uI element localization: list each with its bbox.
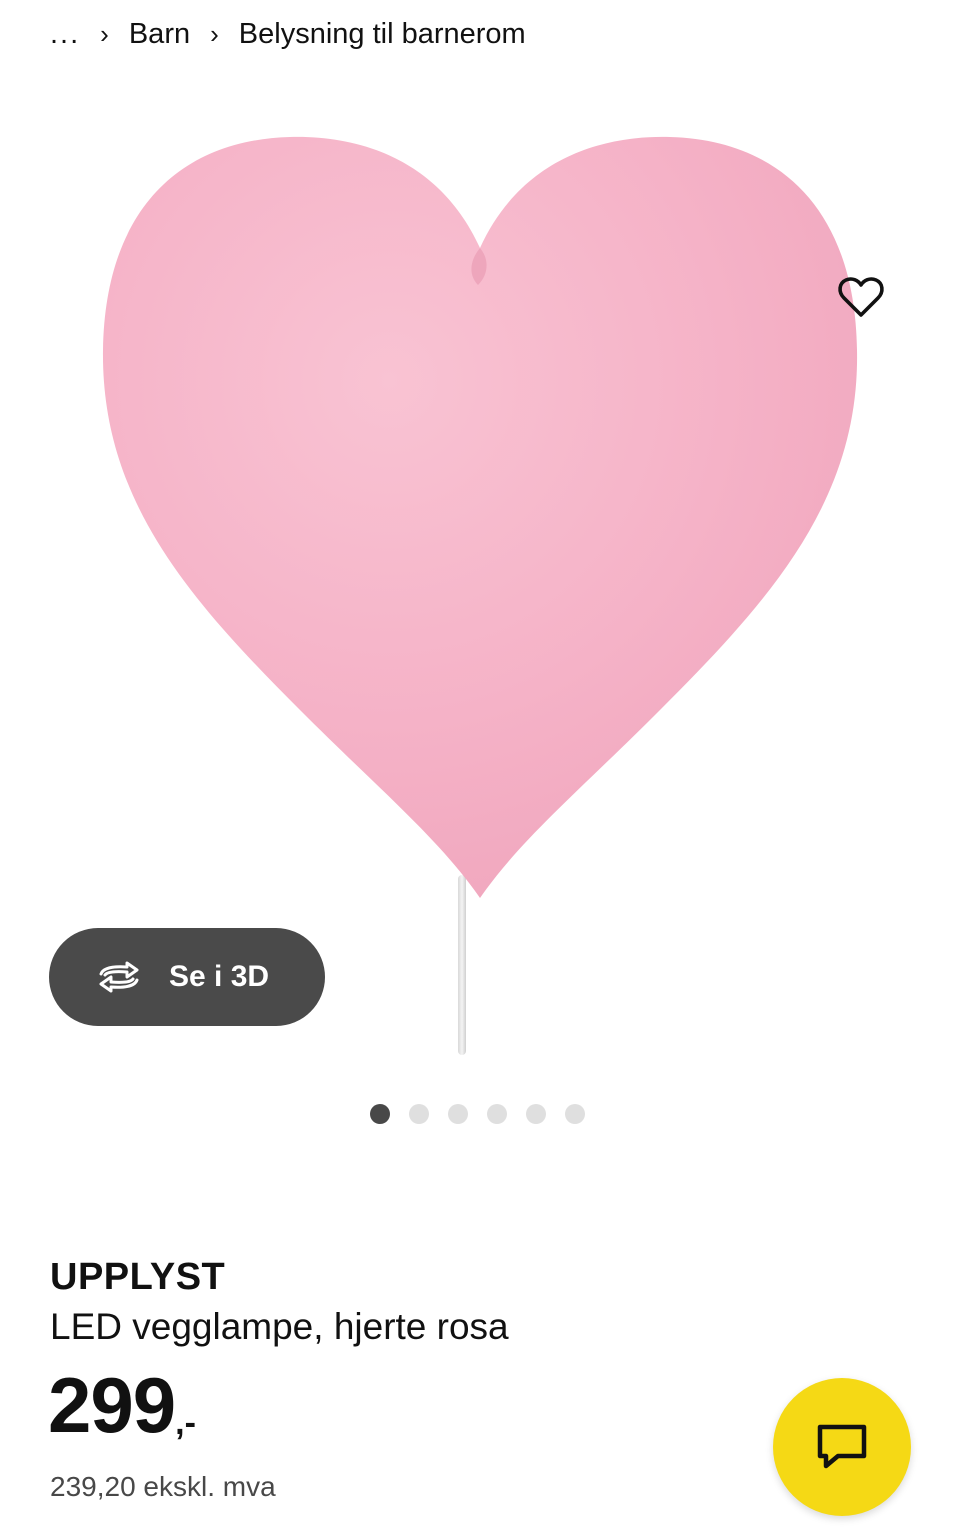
- product-name: UPPLYST: [50, 1256, 226, 1298]
- gallery-pagination: [370, 1104, 585, 1124]
- gallery-dot-1[interactable]: [370, 1104, 390, 1124]
- breadcrumb-item-barn[interactable]: Barn: [129, 18, 190, 51]
- favorite-button[interactable]: [830, 266, 892, 328]
- gallery-dot-2[interactable]: [409, 1104, 429, 1124]
- breadcrumb-ellipsis[interactable]: ...: [50, 18, 80, 51]
- breadcrumb-item-belysning[interactable]: Belysning til barnerom: [239, 18, 526, 51]
- chevron-right-icon: ›: [210, 18, 219, 49]
- product-price: 299 ,-: [48, 1366, 196, 1444]
- gallery-dot-5[interactable]: [526, 1104, 546, 1124]
- chevron-right-icon: ›: [100, 18, 109, 49]
- view-in-3d-label: Se i 3D: [169, 960, 270, 993]
- price-amount: 299: [48, 1361, 176, 1449]
- gallery-dot-3[interactable]: [448, 1104, 468, 1124]
- price-excl-vat: 239,20 ekskl. mva: [50, 1471, 276, 1502]
- heart-outline-icon: [838, 277, 884, 317]
- chat-bubble-icon: [817, 1424, 867, 1469]
- product-page: ... › Barn › Belysning til barnerom Se i…: [0, 0, 960, 1537]
- price-suffix: ,-: [175, 1404, 196, 1442]
- breadcrumb: ... › Barn › Belysning til barnerom: [50, 12, 526, 56]
- chat-button[interactable]: [773, 1378, 911, 1516]
- view-in-3d-button[interactable]: Se i 3D: [49, 928, 325, 1026]
- gallery-dot-6[interactable]: [565, 1104, 585, 1124]
- rotate-3d-icon: [93, 959, 145, 995]
- product-description: LED vegglampe, hjerte rosa: [50, 1306, 509, 1347]
- gallery-dot-4[interactable]: [487, 1104, 507, 1124]
